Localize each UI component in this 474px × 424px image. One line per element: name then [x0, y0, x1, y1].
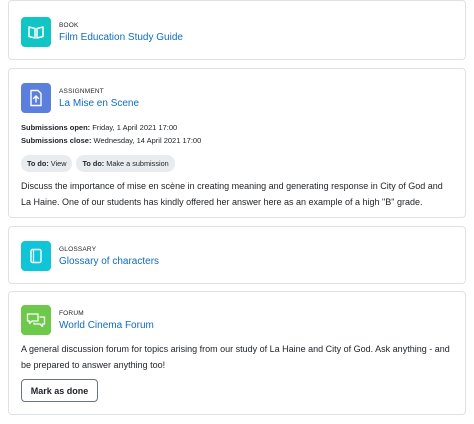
activity-card-book: BOOK Film Education Study Guide	[8, 0, 466, 60]
activity-type-label: FORUM	[59, 309, 84, 317]
todo-badge-view: To do: View	[21, 155, 73, 172]
activity-description: Discuss the importance of mise en scène …	[21, 181, 443, 207]
glossary-icon	[21, 241, 51, 271]
submission-dates: Submissions open: Friday, 1 April 2021 1…	[21, 122, 201, 147]
activity-type-label: ASSIGNMENT	[59, 87, 104, 95]
activity-title-link[interactable]: World Cinema Forum	[59, 320, 154, 331]
assignment-upload-icon	[21, 83, 51, 113]
forum-icon	[21, 305, 51, 335]
activity-description: A general discussion forum for topics ar…	[21, 344, 450, 370]
activity-card-assignment: ASSIGNMENT La Mise en Scene Submissions …	[8, 68, 466, 218]
activity-card-glossary: GLOSSARY Glossary of characters	[8, 226, 466, 284]
todo-badge-submission: To do: Make a submission	[76, 155, 175, 172]
mark-as-done-button[interactable]: Mark as done	[21, 379, 98, 402]
submissions-close-row: Submissions close: Wednesday, 14 April 2…	[21, 135, 202, 145]
activity-title-link[interactable]: La Mise en Scene	[59, 98, 139, 109]
activity-type-label: BOOK	[59, 21, 79, 29]
activity-title-link[interactable]: Glossary of characters	[59, 256, 159, 267]
activity-card-forum: FORUM World Cinema Forum A general discu…	[8, 291, 466, 415]
activity-title-link[interactable]: Film Education Study Guide	[59, 32, 183, 43]
book-icon	[21, 17, 51, 47]
activity-type-label: GLOSSARY	[59, 245, 97, 253]
submissions-open-row: Submissions open: Friday, 1 April 2021 1…	[21, 123, 178, 132]
